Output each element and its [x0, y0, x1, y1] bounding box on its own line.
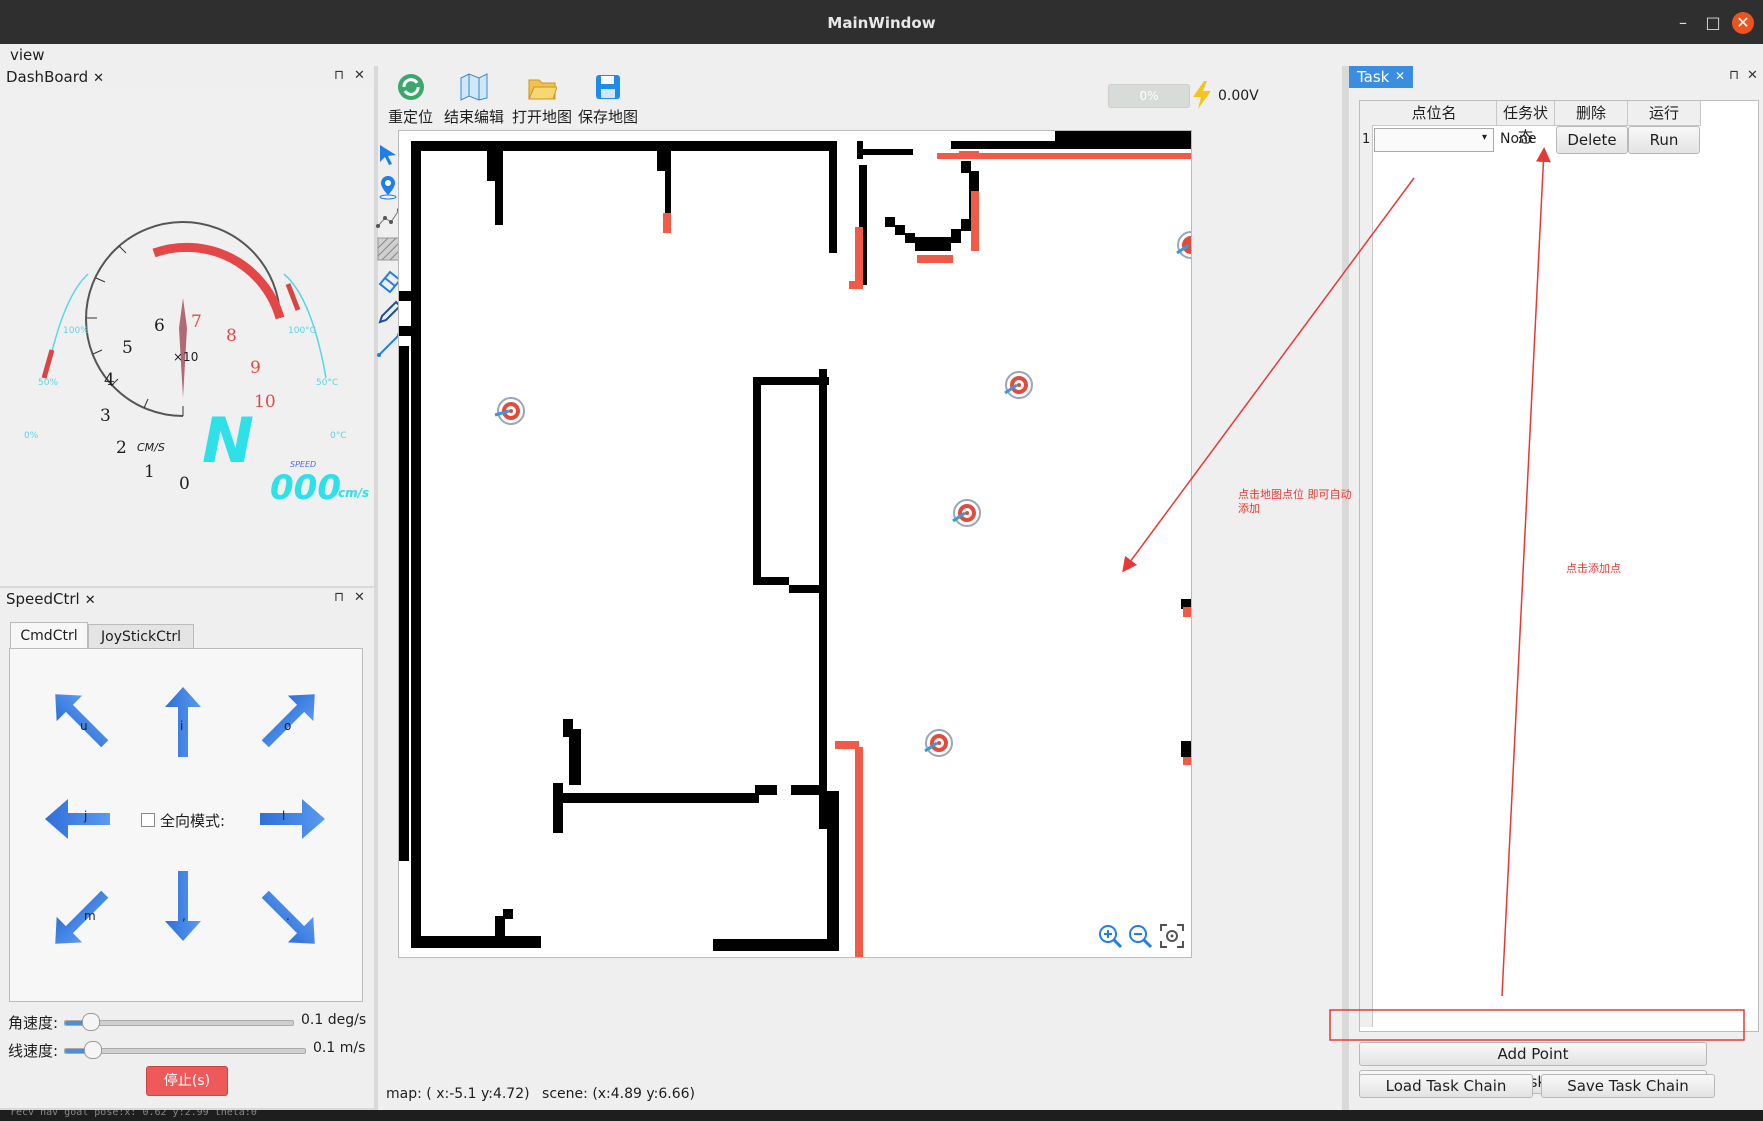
annotation-arrow-add-point [1501, 147, 1551, 997]
terminal-line: recv nav goal pose:x: 0.62 y:2.99 theta:… [10, 1110, 257, 1118]
annotation-overlay [1122, 147, 1745, 1041]
terminal-strip: recv nav goal pose:x: 0.62 y:2.99 theta:… [0, 1110, 1763, 1121]
annotation-add-point: 点击添加点 [1566, 562, 1621, 575]
annotation-click-map: 点击地图点位 即可自动添加 [1238, 488, 1352, 515]
annotation-box [1329, 1009, 1745, 1041]
